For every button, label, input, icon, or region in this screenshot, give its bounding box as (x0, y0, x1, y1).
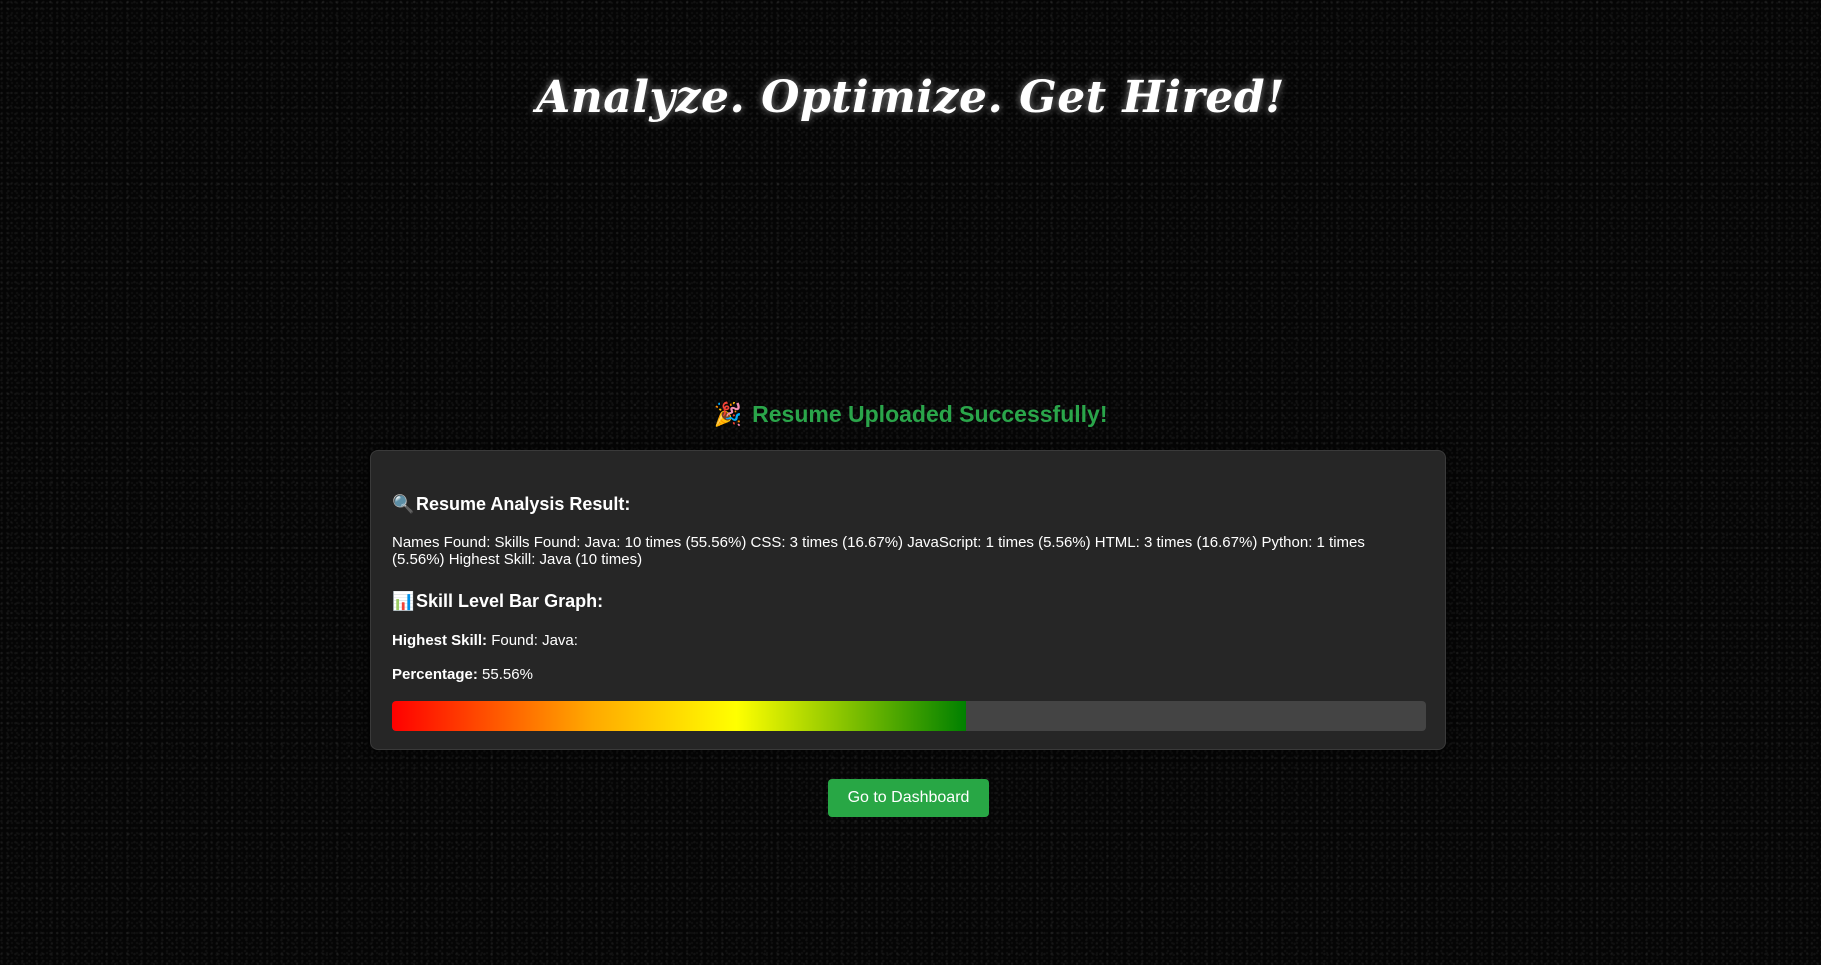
analysis-result-text: Names Found: Skills Found: Java: 10 time… (392, 534, 1365, 568)
upload-success-message: 🎉 Resume Uploaded Successfully! (0, 401, 1821, 428)
highest-skill-line: Highest Skill: Found: Java: (392, 632, 578, 649)
hero-title: Analyze. Optimize. Get Hired! (536, 72, 1285, 123)
percentage-label: Percentage: (392, 666, 478, 683)
highest-skill-value: Found: Java: (491, 632, 578, 649)
go-to-dashboard-button[interactable]: Go to Dashboard (828, 779, 989, 817)
skill-bar-graph-title: Skill Level Bar Graph: (416, 591, 604, 611)
skill-bar-graph-heading: 📊Skill Level Bar Graph: (392, 591, 603, 612)
percentage-value: 55.56% (482, 666, 533, 683)
upload-success-text: Resume Uploaded Successfully! (752, 401, 1108, 427)
bar-chart-icon: 📊 (392, 591, 415, 611)
skill-progress-bar (392, 701, 1426, 731)
analysis-result-title: Resume Analysis Result: (416, 494, 631, 514)
party-popper-icon: 🎉 (713, 401, 743, 427)
percentage-line: Percentage: 55.56% (392, 666, 533, 683)
highest-skill-label: Highest Skill: (392, 632, 488, 649)
skill-progress-fill (392, 701, 967, 731)
analysis-result-card: 🔍Resume Analysis Result: Names Found: Sk… (370, 450, 1446, 750)
magnifier-icon: 🔍 (392, 494, 415, 514)
analysis-result-heading: 🔍Resume Analysis Result: (392, 494, 630, 515)
